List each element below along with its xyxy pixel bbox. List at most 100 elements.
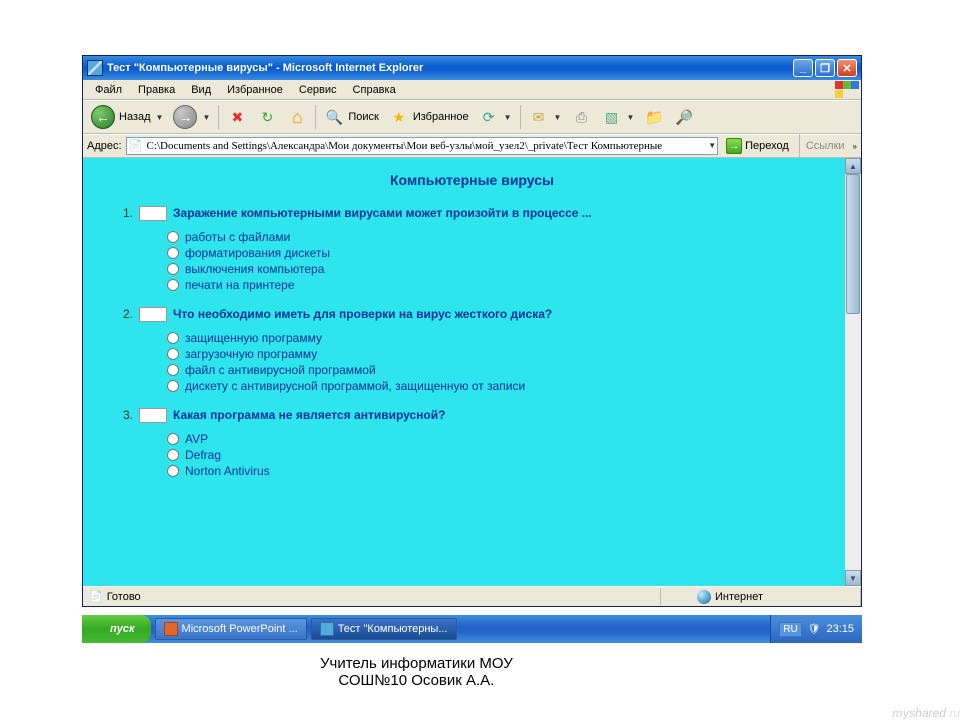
radio-input[interactable]	[167, 348, 179, 360]
titlebar[interactable]: Тест "Компьютерные вирусы" - Microsoft I…	[83, 56, 861, 80]
clock[interactable]: 23:15	[826, 623, 854, 635]
refresh-icon: ↻	[257, 107, 277, 127]
browser-window: Тест "Компьютерные вирусы" - Microsoft I…	[82, 55, 862, 607]
menu-help[interactable]: Справка	[345, 82, 404, 98]
watermark: mymysharedshared.ru	[892, 706, 960, 720]
history-button[interactable]: ⟳▼	[475, 105, 516, 129]
chevron-down-icon: ▼	[202, 113, 210, 122]
start-button[interactable]: пуск	[82, 615, 151, 643]
option-label: форматирования дискеты	[185, 246, 330, 260]
go-label: Переход	[745, 140, 789, 152]
search-button[interactable]: 🔍 Поиск	[320, 105, 382, 129]
address-bar: Адрес: 📄 ▼ → Переход Ссылки »	[83, 134, 861, 158]
option-item: AVP	[167, 431, 831, 447]
option-item: защищенную программу	[167, 330, 831, 346]
discuss-button[interactable]: 📁	[640, 105, 668, 129]
taskbar-item-powerpoint[interactable]: Microsoft PowerPoint ...	[155, 618, 307, 640]
mail-button[interactable]: ✉▼	[525, 105, 566, 129]
option-item: дискету с антивирусной программой, защищ…	[167, 378, 831, 394]
address-input[interactable]	[126, 137, 719, 155]
option-label: Norton Antivirus	[185, 464, 270, 478]
statusbar: 📄Готово Интернет	[83, 586, 861, 606]
stop-icon: ✖	[227, 107, 247, 127]
answer-box[interactable]	[139, 307, 167, 322]
forward-button[interactable]: → ▼	[169, 103, 214, 131]
page-title: Компьютерные вирусы	[113, 172, 831, 188]
menu-favorites[interactable]: Избранное	[219, 82, 291, 98]
radio-input[interactable]	[167, 279, 179, 291]
scroll-down-button[interactable]: ▼	[845, 570, 861, 586]
ie-icon	[87, 60, 103, 76]
question-row: 2. Что необходимо иметь для проверки на …	[113, 307, 831, 322]
related-button[interactable]: 🔎	[670, 105, 698, 129]
maximize-button[interactable]: ❐	[815, 59, 835, 77]
home-icon: ⌂	[287, 107, 307, 127]
option-item: выключения компьютера	[167, 261, 831, 277]
answer-box[interactable]	[139, 206, 167, 221]
edit-button[interactable]: ▧▼	[597, 105, 638, 129]
back-arrow-icon: ←	[91, 105, 115, 129]
option-label: выключения компьютера	[185, 262, 324, 276]
taskbar-label: Тест "Компьютерны...	[338, 623, 448, 635]
chevron-down-icon[interactable]: ▼	[708, 141, 716, 150]
menu-view[interactable]: Вид	[183, 82, 219, 98]
folder-search-icon: 🔎	[674, 107, 694, 127]
radio-input[interactable]	[167, 364, 179, 376]
option-item: файл с антивирусной программой	[167, 362, 831, 378]
caption-line2: СОШ№10 Осовик А.А.	[320, 672, 513, 689]
favorites-button[interactable]: ★ Избранное	[385, 105, 473, 129]
menu-file[interactable]: Файл	[87, 82, 130, 98]
print-button[interactable]: ⎙	[567, 105, 595, 129]
go-button[interactable]: → Переход	[722, 137, 793, 155]
scroll-thumb[interactable]	[846, 174, 860, 314]
radio-input[interactable]	[167, 263, 179, 275]
search-icon: 🔍	[324, 107, 344, 127]
option-item: печати на принтере	[167, 277, 831, 293]
options-group: AVP Defrag Norton Antivirus	[167, 431, 831, 479]
back-button[interactable]: ← Назад ▼	[87, 103, 167, 131]
question-text: Что необходимо иметь для проверки на вир…	[173, 307, 552, 322]
tray-icon[interactable]: 🛡	[808, 624, 821, 635]
chevron-down-icon: ▼	[626, 113, 634, 122]
forward-arrow-icon: →	[173, 105, 197, 129]
toolbar-separator	[799, 134, 800, 158]
answer-box[interactable]	[139, 408, 167, 423]
minimize-button[interactable]: _	[793, 59, 813, 77]
menu-tools[interactable]: Сервис	[291, 82, 345, 98]
window-buttons: _ ❐ ✕	[793, 59, 857, 77]
menu-edit[interactable]: Правка	[130, 82, 183, 98]
radio-input[interactable]	[167, 465, 179, 477]
home-button[interactable]: ⌂	[283, 105, 311, 129]
scroll-up-button[interactable]: ▲	[845, 158, 861, 174]
windows-logo-icon	[835, 81, 859, 99]
back-label: Назад	[119, 111, 151, 123]
option-item: форматирования дискеты	[167, 245, 831, 261]
option-label: загрузочную программу	[185, 347, 317, 361]
taskbar-label: Microsoft PowerPoint ...	[182, 623, 298, 635]
refresh-button[interactable]: ↻	[253, 105, 281, 129]
option-label: защищенную программу	[185, 331, 322, 345]
folder-icon: 📁	[644, 107, 664, 127]
radio-input[interactable]	[167, 380, 179, 392]
system-tray: RU 🛡 23:15	[770, 615, 862, 643]
language-indicator[interactable]: RU	[779, 622, 801, 637]
stop-button[interactable]: ✖	[223, 105, 251, 129]
option-label: печати на принтере	[185, 278, 295, 292]
radio-input[interactable]	[167, 449, 179, 461]
page-content: Компьютерные вирусы 1. Заражение компьют…	[83, 158, 861, 586]
question-number: 2.	[113, 307, 133, 322]
option-item: загрузочную программу	[167, 346, 831, 362]
links-label[interactable]: Ссылки	[806, 140, 845, 152]
chevron-right-icon[interactable]: »	[853, 142, 857, 151]
radio-input[interactable]	[167, 332, 179, 344]
radio-input[interactable]	[167, 231, 179, 243]
taskbar: пуск Microsoft PowerPoint ... Тест "Комп…	[82, 615, 862, 643]
taskbar-item-ie[interactable]: Тест "Компьютерны...	[311, 618, 457, 640]
radio-input[interactable]	[167, 247, 179, 259]
radio-input[interactable]	[167, 433, 179, 445]
close-button[interactable]: ✕	[837, 59, 857, 77]
slide-caption: Учитель информатики МОУ СОШ№10 Осовик А.…	[320, 655, 513, 689]
edit-icon: ▧	[601, 107, 621, 127]
vertical-scrollbar[interactable]: ▲ ▼	[845, 158, 861, 586]
option-label: файл с антивирусной программой	[185, 363, 376, 377]
